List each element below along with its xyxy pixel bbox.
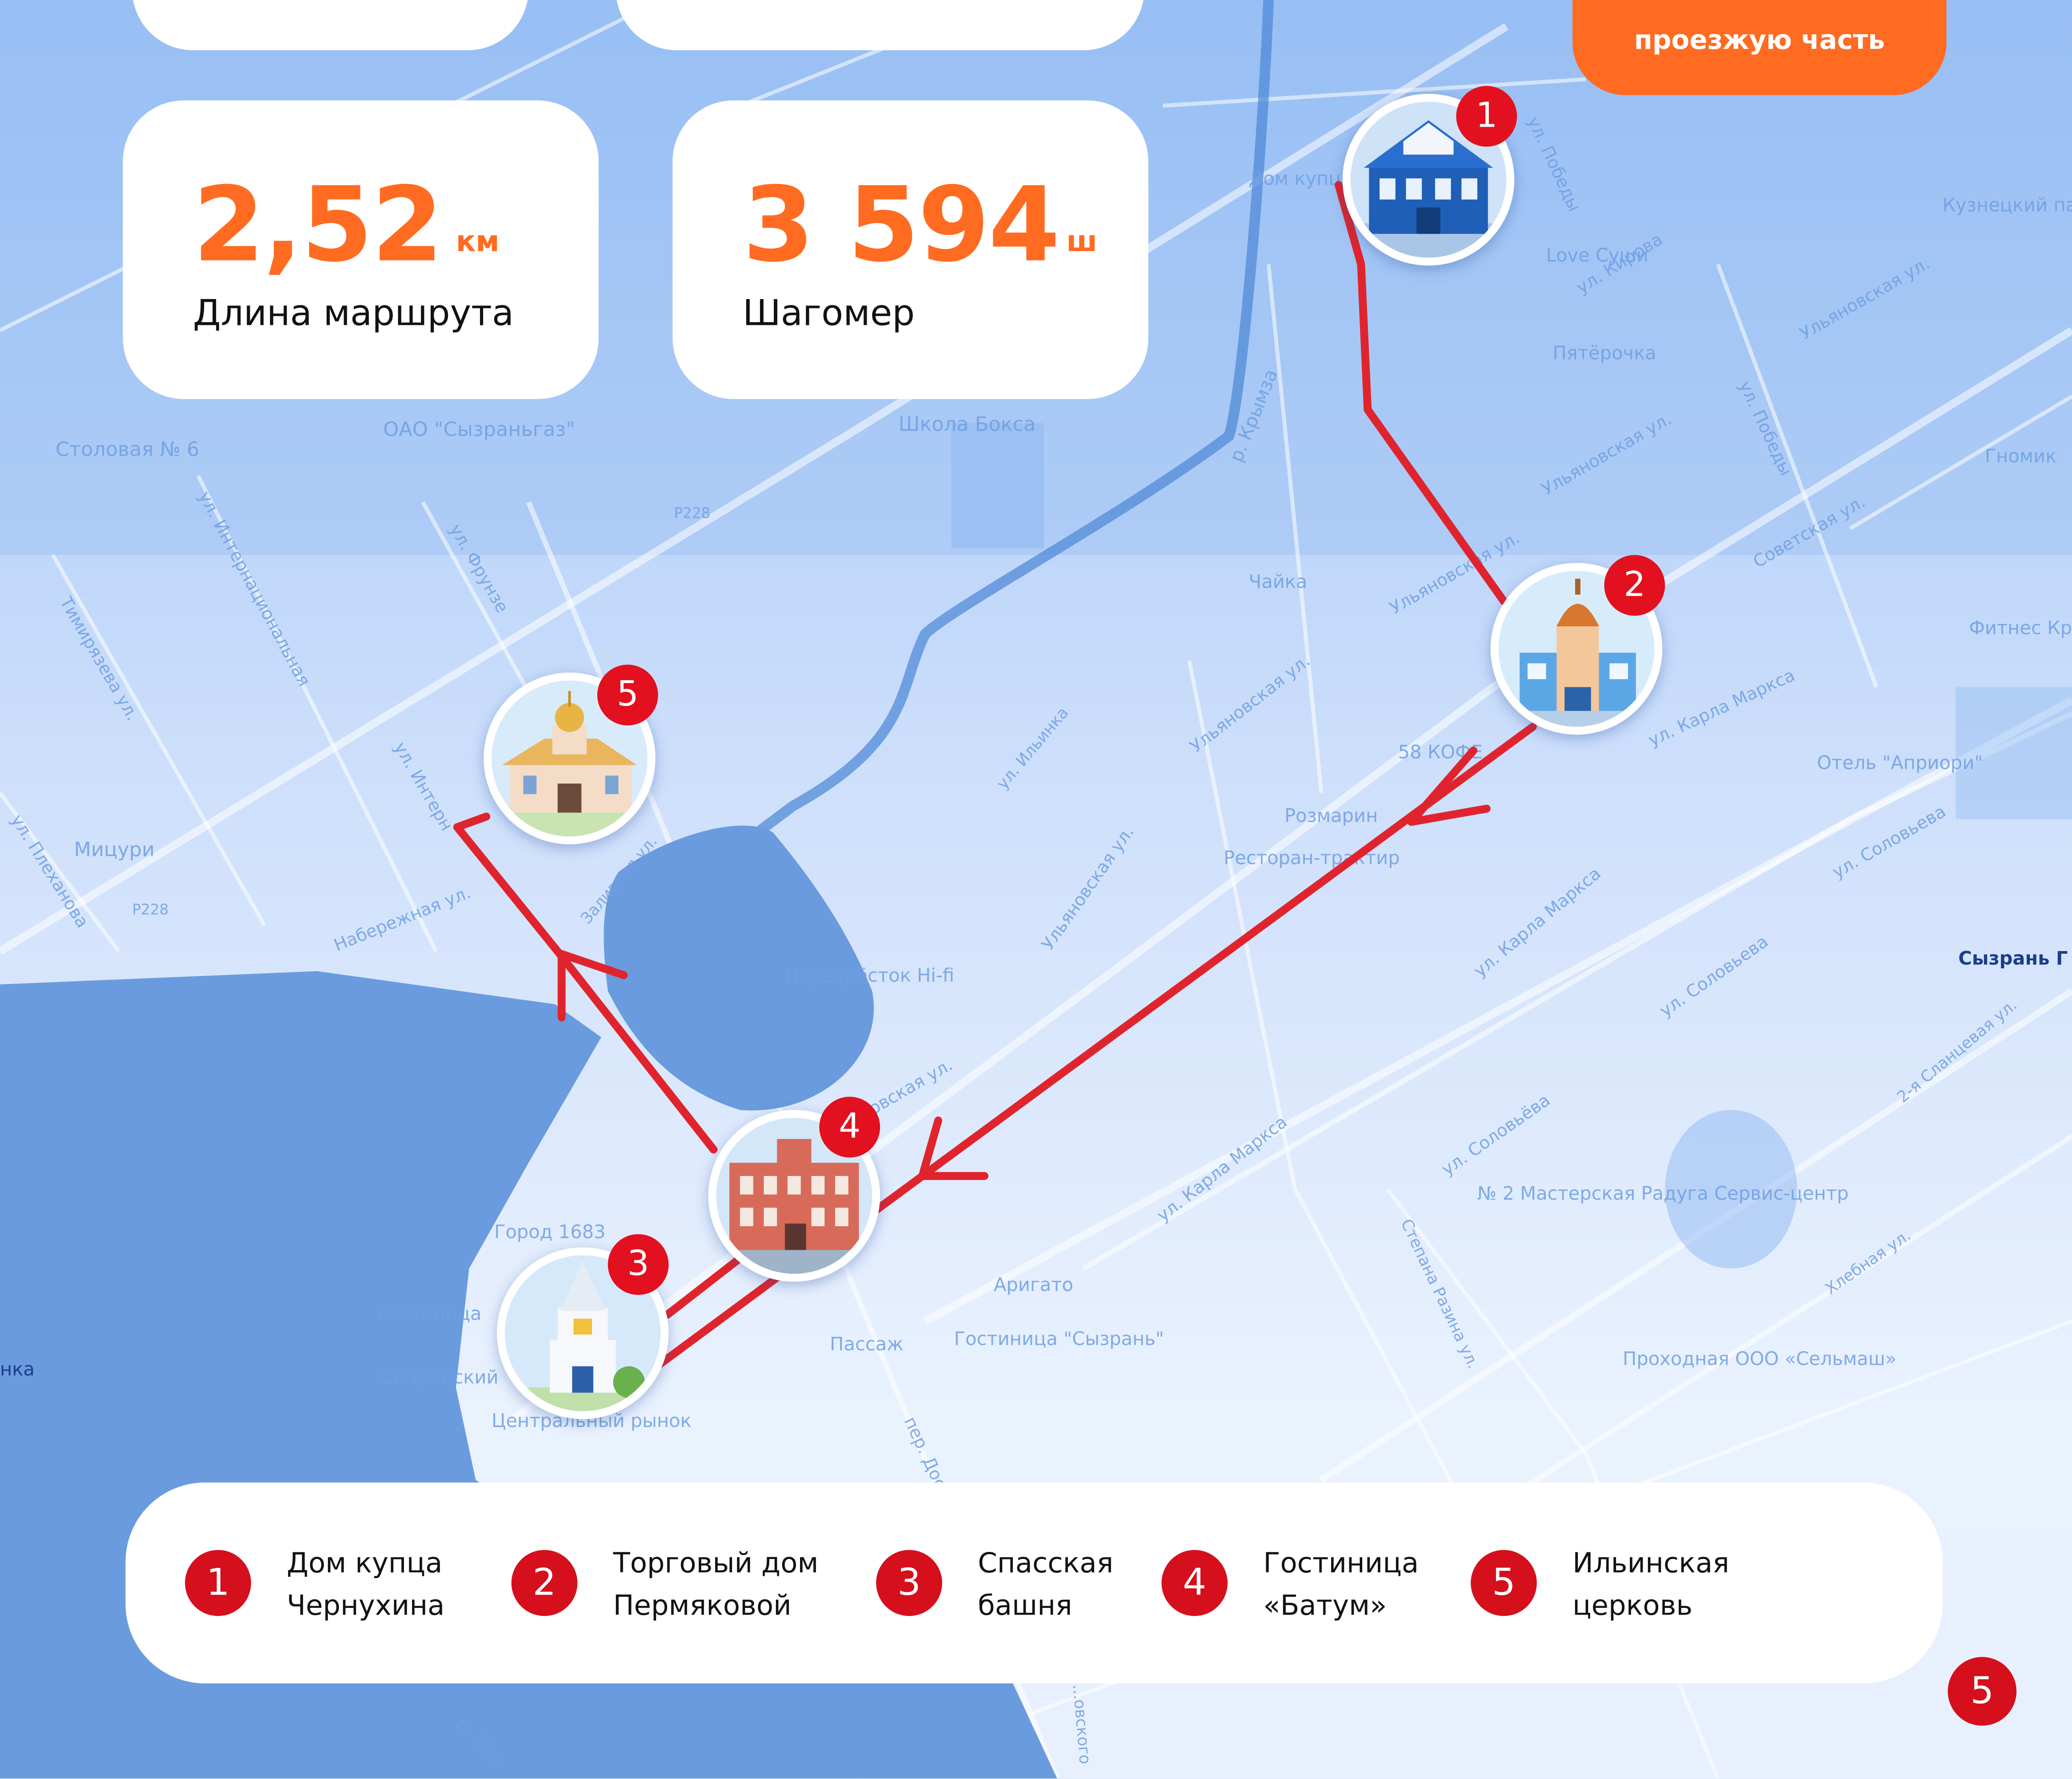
map-label: Love Суши [1546, 244, 1648, 266]
legend-label: Торговый дом Пермяковой [613, 1547, 819, 1622]
map-label: Пассаж [830, 1333, 904, 1355]
map-label: Перекрёсток Hi-fi [785, 964, 954, 986]
top-card-left [132, 0, 529, 50]
page-number-badge[interactable]: 5 [1948, 1657, 2017, 1726]
route-marker-3[interactable]: 3 [496, 1234, 669, 1419]
map-label: Гномик [1985, 445, 2057, 467]
top-card-right [616, 0, 1144, 50]
roadway-button[interactable]: проезжую часть [1572, 0, 1947, 96]
roadway-button-label: проезжую часть [1634, 24, 1885, 56]
legend-label: Дом купца Чернухина [287, 1547, 445, 1622]
map-label: Аригато [994, 1274, 1073, 1295]
map-label: Столовая № 6 [56, 438, 200, 461]
map-label: Пятёрочка [1553, 342, 1656, 364]
map-label: Сызранский [380, 1366, 498, 1388]
marker-badge-2: 2 [1604, 555, 1665, 616]
map-label: Гостиница [378, 1303, 481, 1324]
distance-value: 2,52 [193, 166, 443, 286]
map-label: Р228 [674, 504, 710, 521]
map-label: Мицури [74, 838, 154, 861]
marker-badge-4: 4 [819, 1096, 880, 1158]
legend-number: 4 [1161, 1550, 1228, 1616]
map-label: Чайка [1249, 571, 1308, 592]
map-label: Кузнецкий парк [1943, 194, 2072, 216]
map-label: Сызрань Г [1958, 947, 2068, 969]
map-label: Город 1683 [494, 1221, 606, 1243]
route-marker-2[interactable]: 2 [1490, 555, 1665, 735]
map-label: Фитнес Кроссфит [1969, 617, 2072, 639]
steps-unit: ш [1066, 226, 1097, 259]
steps-value: 3 594 [742, 166, 1060, 286]
map-page: Дом купца Чернухина ул. Кирова Love Суши… [0, 0, 2072, 1779]
map-label: Школа Бокса [899, 412, 1036, 436]
map-label: Розмарин [1284, 804, 1378, 826]
marker-badge-3: 3 [608, 1234, 669, 1295]
route-marker-5[interactable]: 5 [484, 664, 658, 844]
distance-unit: км [456, 226, 500, 259]
distance-label: Длина маршрута [193, 293, 514, 335]
legend-label: Ильинская церковь [1572, 1547, 1729, 1622]
legend-number: 5 [1471, 1550, 1537, 1616]
map-label: Гостиница "Сызрань" [954, 1328, 1164, 1350]
route-marker-1[interactable]: 1 [1342, 86, 1517, 266]
legend-card: 1 Дом купца Чернухина 2 Торговый дом Пер… [125, 1482, 1943, 1683]
legend-label: Гостиница «Батум» [1263, 1547, 1419, 1622]
legend-label: Спасская башня [978, 1547, 1114, 1622]
map-label: Проходная ООО «Сельмаш» [1623, 1347, 1896, 1369]
steps-card: 3 594 ш Шагомер [672, 100, 1148, 399]
route-marker-4[interactable]: 4 [708, 1096, 880, 1282]
steps-label: Шагомер [742, 293, 915, 335]
legend-number: 1 [185, 1550, 251, 1616]
distance-card: 2,52 км Длина маршрута [123, 100, 599, 399]
map-label: ОАО "Сызраньгаз" [383, 418, 575, 441]
legend-number: 3 [876, 1550, 942, 1616]
marker-badge-1: 1 [1456, 86, 1517, 147]
park-block [951, 423, 1044, 548]
map-label: нка [0, 1358, 35, 1380]
map-label: Ресторан-трактир [1224, 847, 1400, 868]
map-label: Р228 [132, 901, 168, 918]
legend-number: 2 [511, 1550, 578, 1616]
map-label: № 2 Мастерская Радуга Сервис-центр [1477, 1183, 1848, 1204]
map-label: Отель "Априори" [1817, 752, 1983, 773]
marker-badge-5: 5 [597, 664, 658, 726]
